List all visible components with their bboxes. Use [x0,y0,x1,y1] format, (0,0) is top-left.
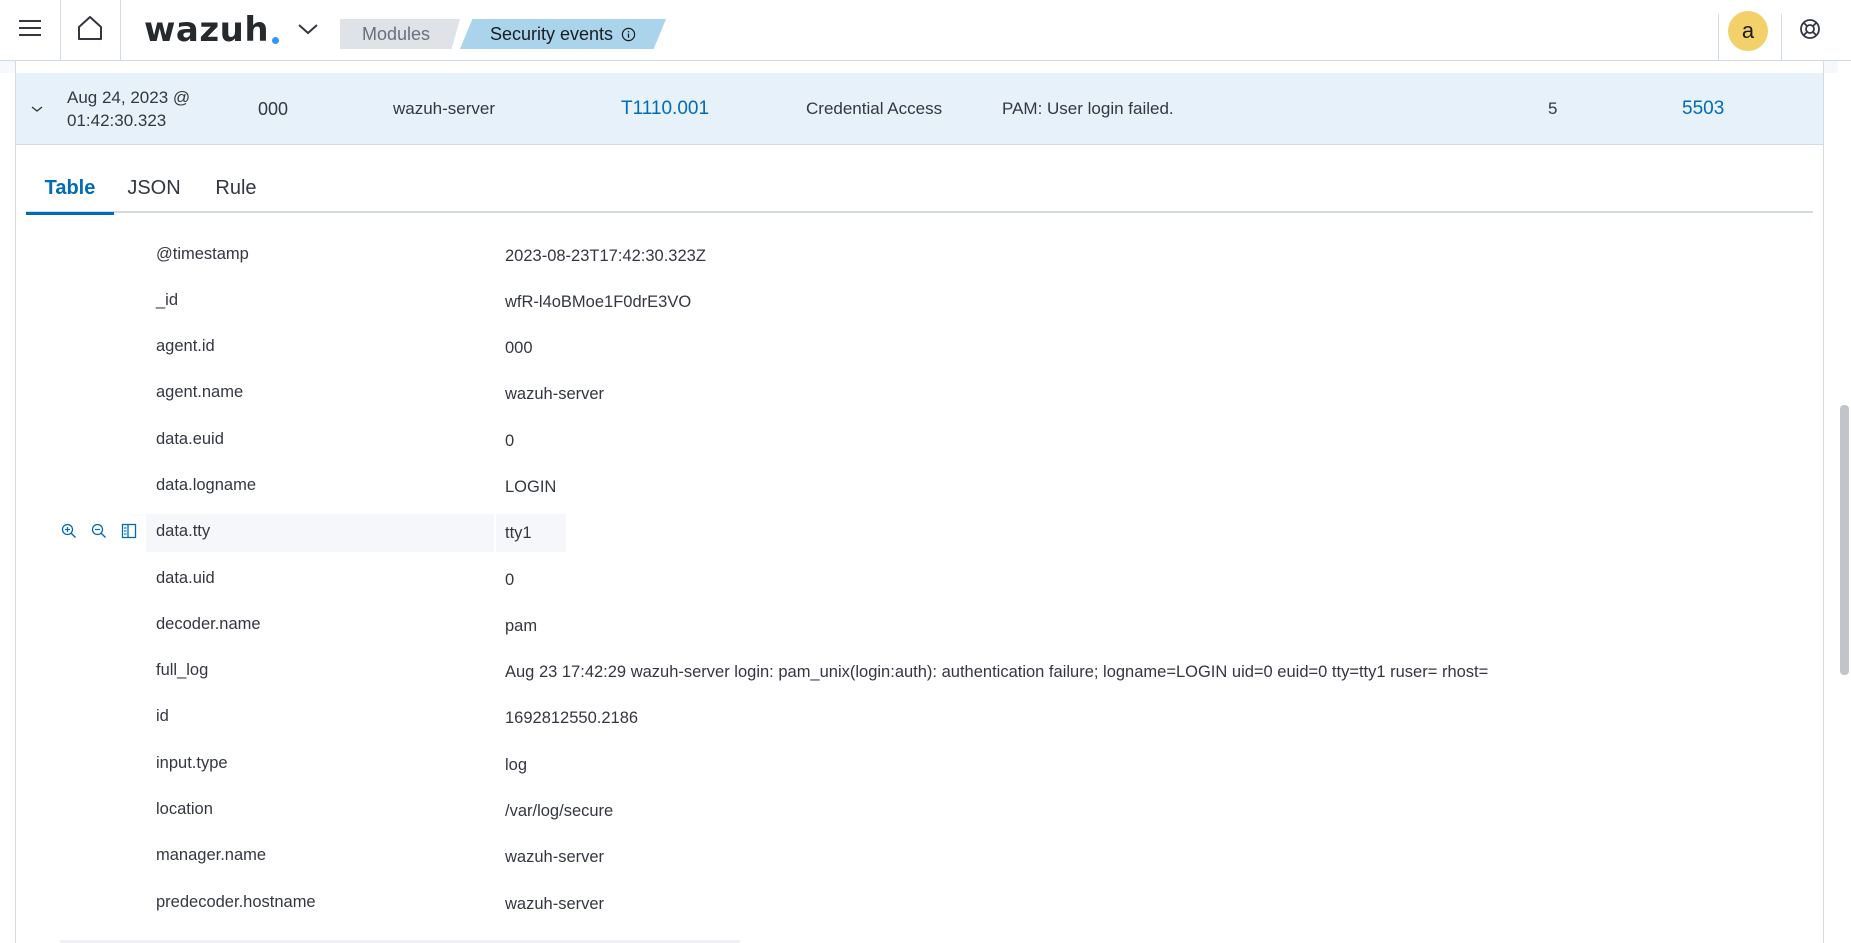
field-value: 0 [505,570,515,589]
event-date: Aug 24, 2023 @ [67,88,191,107]
home-icon [77,15,103,46]
field-row: data.uid 0 [26,557,1813,603]
field-value: 2023-08-23T17:42:30.323Z [505,246,706,265]
breadcrumb-label: Modules [361,23,431,44]
tab-json[interactable]: JSON [123,165,185,211]
event-agent-name: wazuh-server [393,99,496,118]
field-name: data.euid [156,429,224,448]
breadcrumb-modules[interactable]: Modules [340,19,460,49]
field-value: tty1 [505,524,532,543]
chevron-down-icon [30,99,44,119]
toggle-column-icon[interactable] [119,521,139,541]
zoom-out-icon[interactable] [89,521,109,541]
event-technique-link[interactable]: T1110.001 [621,73,709,145]
event-description: PAM: User login failed. [1002,99,1174,118]
field-row: agent.name wazuh-server [26,372,1813,418]
field-name: full_log [156,661,209,680]
page: wazuh Modules Security events a Aug 24, … [0,0,1851,943]
field-name: data.tty [156,522,211,541]
field-row: manager.name wazuh-server [26,835,1813,881]
event-clock: 01:42:30.323 [67,111,167,130]
field-value: wazuh-server [505,848,605,867]
header-bar: wazuh Modules Security events a [0,0,1851,61]
hamburger-menu-icon [19,19,41,42]
field-name: id [156,707,169,726]
field-value: log [505,755,528,774]
field-name: _id [156,290,179,309]
field-row: input.type log [26,742,1813,788]
field-row: full_log Aug 23 17:42:29 wazuh-server lo… [26,650,1813,696]
tab-rule[interactable]: Rule [206,165,266,211]
field-name: predecoder.hostname [156,892,316,911]
field-row: predecoder.hostname wazuh-server [26,881,1813,927]
wazuh-logo[interactable]: wazuh [144,8,280,52]
breadcrumb-security-events[interactable]: Security events [460,19,666,49]
home-button[interactable] [60,0,121,60]
event-rule-id-link[interactable]: 5503 [1682,73,1724,145]
tab-table[interactable]: Table [26,165,114,215]
field-row: data.logname LOGIN [26,464,1813,510]
menu-button[interactable] [0,0,61,60]
event-level: 5 [1548,99,1558,118]
field-name: data.logname [156,475,256,494]
field-value: pam [505,616,538,635]
field-name: manager.name [156,846,267,865]
field-name: agent.id [156,337,215,356]
field-row: _id wfR-l4oBMoe1F0drE3VO [26,279,1813,325]
help-lifebuoy-icon [1799,18,1821,45]
field-value: 000 [505,339,533,358]
event-agent-id: 000 [258,98,289,119]
field-value: wazuh-server [505,894,605,913]
field-name: @timestamp [156,244,249,263]
event-row[interactable]: Aug 24, 2023 @ 01:42:30.323 000 wazuh-se… [16,73,1823,145]
field-name: decoder.name [156,614,261,633]
field-name: agent.name [156,383,244,402]
field-value: wfR-l4oBMoe1F0drE3VO [505,292,692,311]
field-name: location [156,800,213,819]
event-tactic: Credential Access [806,99,943,118]
field-value: 0 [505,431,515,450]
field-row: id 1692812550.2186 [26,696,1813,742]
collapse-row-button[interactable] [24,73,50,145]
field-value: /var/log/secure [505,802,614,821]
scrollbar-thumb[interactable] [1840,405,1849,675]
field-name: input.type [156,753,228,772]
field-row: decoder.name pam [26,603,1813,649]
field-actions [59,514,169,548]
user-avatar[interactable]: a [1728,11,1768,51]
header-divider [1781,14,1782,60]
field-value: 1692812550.2186 [505,709,639,728]
chevron-down-icon [297,22,319,41]
field-row: data.euid 0 [26,418,1813,464]
field-row-hovered[interactable]: data.tty tty1 [26,511,1813,557]
field-row: agent.id 000 [26,326,1813,372]
field-name: data.uid [156,568,215,587]
field-value: Aug 23 17:42:29 wazuh-server login: pam_… [505,663,1489,682]
header-divider [1718,14,1719,60]
event-time: Aug 24, 2023 @ 01:42:30.323 [67,73,217,145]
document-fields-table: @timestamp 2023-08-23T17:42:30.323Z _id … [26,233,1813,927]
field-row: location /var/log/secure [26,789,1813,835]
logo-dot [272,36,280,44]
detail-tabs: Table JSON Rule [26,165,1813,215]
breadcrumb-label: Security events [489,23,614,44]
field-row: @timestamp 2023-08-23T17:42:30.323Z [26,233,1813,279]
logo-text: wazuh [144,10,270,50]
field-value: wazuh-server [505,385,605,404]
avatar-initial: a [1741,18,1755,43]
field-value: LOGIN [505,477,557,496]
zoom-in-icon[interactable] [59,521,79,541]
app-menu-button[interactable] [290,14,326,48]
help-button[interactable] [1790,14,1830,48]
info-icon[interactable] [621,27,636,42]
